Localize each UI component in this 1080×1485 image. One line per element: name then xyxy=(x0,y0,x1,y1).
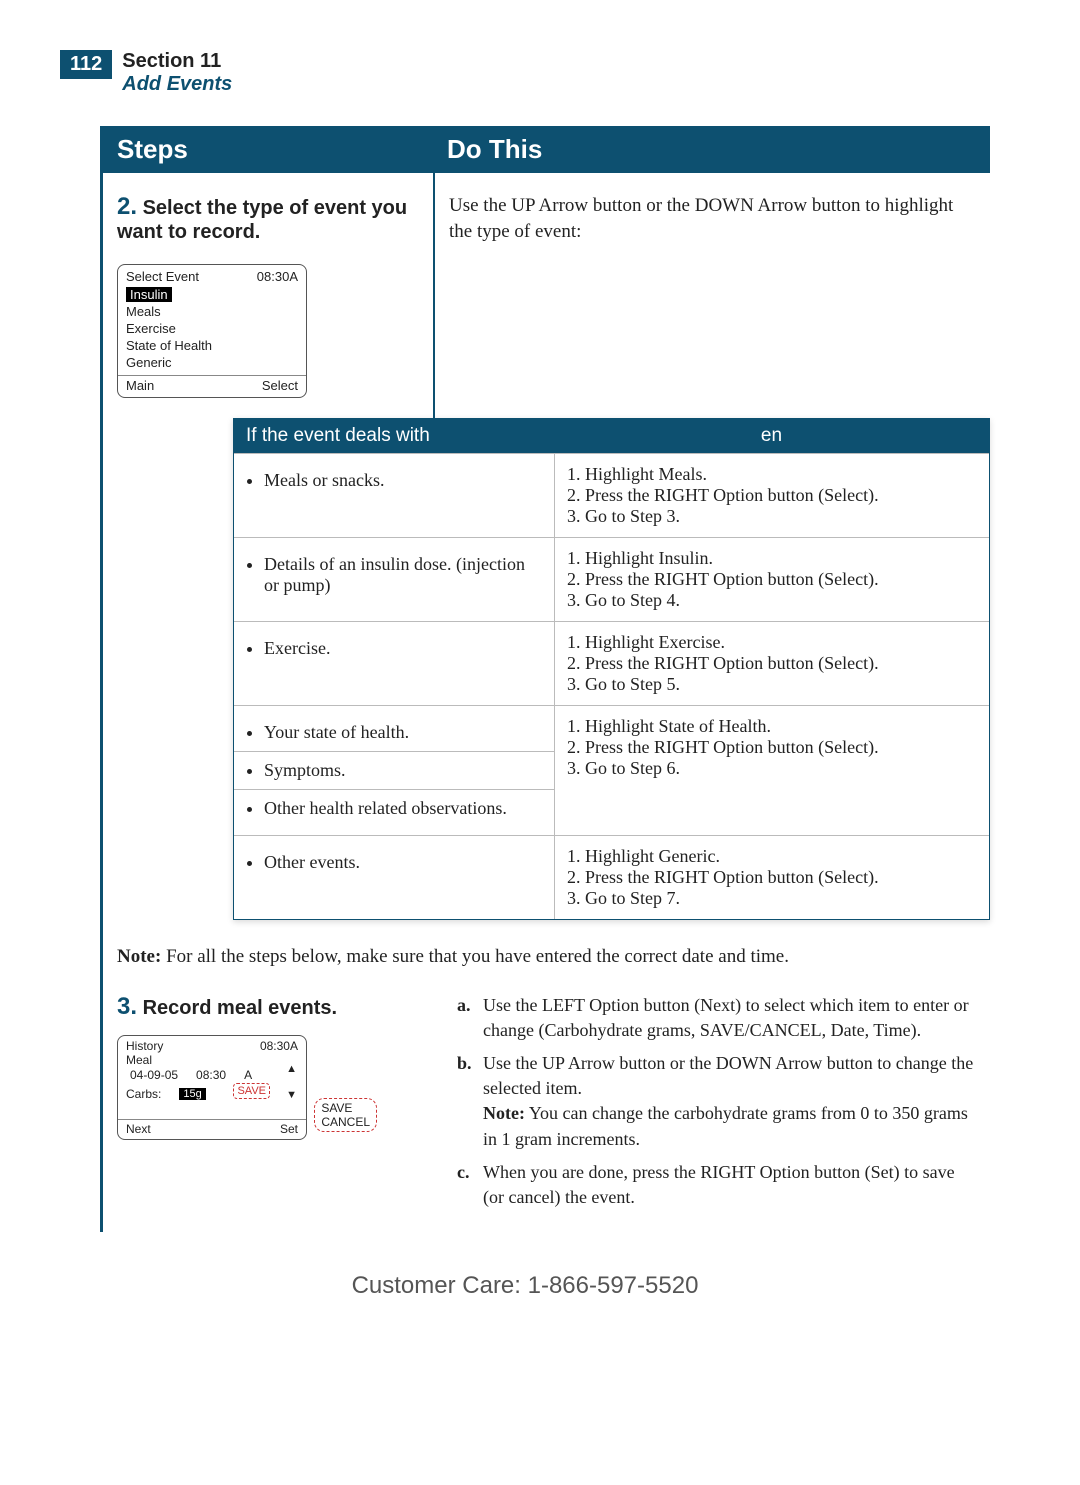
cell-right: 1. Highlight Exercise. 2. Press the RIGH… xyxy=(554,622,989,705)
event-item: Generic xyxy=(126,354,298,371)
inner-head-left: If the event deals with xyxy=(234,419,554,453)
step-2-number: 2. xyxy=(117,193,137,220)
hist-time: 08:30A xyxy=(260,1039,298,1053)
cell-left: Exercise. xyxy=(264,638,542,659)
event-decision-table: If the event deals with en Meals or snac… xyxy=(233,418,990,920)
section-title: Section 11 xyxy=(122,50,232,73)
screen-title: Select Event xyxy=(126,269,199,284)
carbs-label: Carbs: xyxy=(126,1087,161,1101)
table-row: Exercise. 1. Highlight Exercise. 2. Pres… xyxy=(234,621,989,705)
table-row: Details of an insulin dose. (injection o… xyxy=(234,537,989,621)
arrow-icons: ▲ ▼ xyxy=(286,1063,297,1101)
hist-foot-left: Next xyxy=(126,1122,151,1136)
table-row: Other events. 1. Highlight Generic. 2. P… xyxy=(234,835,989,919)
step-3-list: a. Use the LEFT Option button (Next) to … xyxy=(457,993,976,1211)
cell-right: 1. Highlight Generic. 2. Press the RIGHT… xyxy=(554,836,989,919)
page-number: 112 xyxy=(60,50,112,79)
hist-line2: Meal xyxy=(118,1053,306,1067)
item-label: c. xyxy=(457,1160,470,1185)
item-text: Use the UP Arrow button or the DOWN Arro… xyxy=(483,1053,973,1098)
page-header: 112 Section 11 Add Events xyxy=(60,50,990,96)
cell-left: Details of an insulin dose. (injection o… xyxy=(264,554,542,596)
step-2-heading: 2. Select the type of event you want to … xyxy=(117,193,419,244)
column-headers: Steps Do This xyxy=(103,126,990,173)
table-row: Meals or snacks. 1. Highlight Meals. 2. … xyxy=(234,453,989,537)
screen-time: 08:30A xyxy=(257,269,298,284)
item-label: b. xyxy=(457,1051,472,1076)
steps-container: Steps Do This 2. Select the type of even… xyxy=(100,126,990,1232)
hist-date: 04-09-05 xyxy=(130,1068,178,1082)
footer-customer-care: Customer Care: 1-866-597-5520 xyxy=(60,1272,990,1300)
step-2-instruction: Use the UP Arrow button or the DOWN Arro… xyxy=(449,193,976,244)
table-row: Your state of health. Symptoms. Other he… xyxy=(234,705,989,835)
event-item: State of Health xyxy=(126,337,298,354)
item-text: Use the LEFT Option button (Next) to sel… xyxy=(483,995,969,1040)
item-label: a. xyxy=(457,993,471,1018)
item-note: You can change the carbohydrate grams fr… xyxy=(483,1103,968,1148)
step-3-title: Record meal events. xyxy=(143,997,338,1019)
hist-foot-right: Set xyxy=(280,1122,298,1136)
step-3-heading: 3. Record meal events. xyxy=(117,993,419,1021)
inner-head-right: en xyxy=(554,419,989,453)
cell-left: Other health related observations. xyxy=(264,798,542,819)
save-inner: SAVE xyxy=(233,1083,270,1099)
cell-left: Symptoms. xyxy=(264,760,542,781)
list-item: c. When you are done, press the RIGHT Op… xyxy=(457,1160,976,1210)
step-2-title: Select the type of event you want to rec… xyxy=(117,197,407,243)
note-text: For all the steps below, make sure that … xyxy=(166,946,789,967)
down-arrow-icon: ▼ xyxy=(286,1089,297,1101)
screen-foot-right: Select xyxy=(262,378,298,393)
note-line: Note: For all the steps below, make sure… xyxy=(103,944,990,971)
list-item: a. Use the LEFT Option button (Next) to … xyxy=(457,993,976,1043)
history-screen: History 08:30A Meal 04-09-05 08:30 A Car… xyxy=(117,1035,307,1140)
carbs-value: 15g xyxy=(179,1088,205,1100)
up-arrow-icon: ▲ xyxy=(286,1063,297,1075)
cell-right: 1. Highlight Insulin. 2. Press the RIGHT… xyxy=(554,538,989,621)
cell-left: Other events. xyxy=(264,852,542,873)
cell-left: Meals or snacks. xyxy=(264,470,542,491)
select-event-screen: Select Event 08:30A Insulin Meals Exerci… xyxy=(117,264,307,398)
bubble-save: SAVE xyxy=(321,1101,370,1115)
item-note-label: Note: xyxy=(483,1103,525,1123)
event-item: Meals xyxy=(126,303,298,320)
cell-right: 1. Highlight Meals. 2. Press the RIGHT O… xyxy=(554,454,989,537)
screen-foot-left: Main xyxy=(126,378,154,393)
event-selected: Insulin xyxy=(126,287,172,302)
hist-title: History xyxy=(126,1039,163,1053)
bubble-cancel: CANCEL xyxy=(321,1115,370,1129)
hist-t2: 08:30 xyxy=(196,1068,226,1082)
hist-ampm: A xyxy=(244,1068,252,1082)
note-label: Note: xyxy=(117,946,161,967)
list-item: b. Use the UP Arrow button or the DOWN A… xyxy=(457,1051,976,1152)
cell-left: Your state of health. xyxy=(264,722,542,743)
cell-right: 1. Highlight State of Health. 2. Press t… xyxy=(554,706,989,835)
section-subtitle: Add Events xyxy=(122,73,232,96)
header-dothis: Do This xyxy=(433,126,990,173)
event-list: Insulin Meals Exercise State of Health G… xyxy=(118,284,306,375)
item-text: When you are done, press the RIGHT Optio… xyxy=(483,1162,955,1207)
event-item: Exercise xyxy=(126,320,298,337)
step-3-number: 3. xyxy=(117,993,137,1020)
save-cancel-callout: SAVE CANCEL xyxy=(314,1098,377,1132)
header-steps: Steps xyxy=(103,126,433,173)
